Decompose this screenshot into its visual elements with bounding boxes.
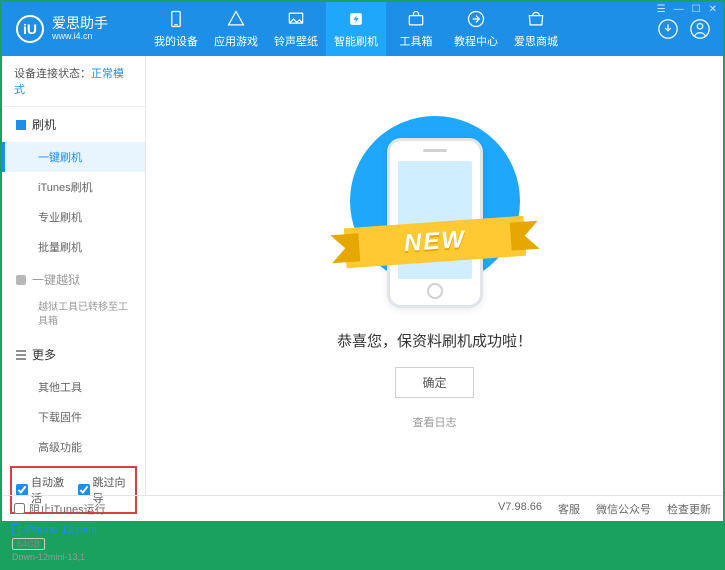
success-illustration: NEW [375,122,495,302]
jailbreak-note: 越狱工具已转移至工具箱 [2,297,145,337]
titlebar: iU 爱思助手 www.i4.cn 我的设备 应用游戏 铃声壁纸 智能刷机 工具… [2,2,723,56]
close-icon[interactable]: ✕ [709,4,717,15]
connection-status: 设备连接状态：正常模式 [2,56,145,107]
body-area: 设备连接状态：正常模式 刷机 一键刷机 iTunes刷机 专业刷机 批量刷机 一… [2,56,723,495]
ok-button[interactable]: 确定 [395,367,473,398]
user-icon[interactable] [689,18,711,40]
minimize-icon[interactable]: — [674,4,684,15]
storage-badge: 64GB [12,538,45,550]
sidebar-item-pro[interactable]: 专业刷机 [2,202,145,232]
lock-icon [16,275,26,285]
device-sub: Down-12mini-13,1 [12,552,135,562]
version-label: V7.98.66 [498,501,542,517]
main-content: NEW 恭喜您，保资料刷机成功啦！ 确定 查看日志 [146,56,723,495]
device-info[interactable]: iPhone 12 mini 64GB Down-12mini-13,1 [2,518,145,570]
sidebar: 设备连接状态：正常模式 刷机 一键刷机 iTunes刷机 专业刷机 批量刷机 一… [2,56,146,495]
tab-store[interactable]: 爱思商城 [506,2,566,56]
wechat-link[interactable]: 微信公众号 [596,501,651,517]
sidebar-item-firmware[interactable]: 下载固件 [2,402,145,432]
tab-device[interactable]: 我的设备 [146,2,206,56]
sidebar-item-itunes[interactable]: iTunes刷机 [2,172,145,202]
download-icon[interactable] [657,18,679,40]
phone-icon [12,524,20,536]
sidebar-section-more[interactable]: 更多 [2,337,145,372]
logo-icon: iU [16,15,44,43]
tab-apps[interactable]: 应用游戏 [206,2,266,56]
app-window: ☰ — ☐ ✕ iU 爱思助手 www.i4.cn 我的设备 应用游戏 铃声壁纸… [2,2,723,521]
tab-tutorial[interactable]: 教程中心 [446,2,506,56]
sidebar-item-other[interactable]: 其他工具 [2,372,145,402]
service-link[interactable]: 客服 [558,501,580,517]
menu-icon [16,350,26,360]
nav-tabs: 我的设备 应用游戏 铃声壁纸 智能刷机 工具箱 教程中心 爱思商城 [146,2,566,56]
square-icon [16,120,26,130]
success-message: 恭喜您，保资料刷机成功啦！ [337,330,532,351]
update-link[interactable]: 检查更新 [667,501,711,517]
statusbar: 阻止iTunes运行 V7.98.66 客服 微信公众号 检查更新 [2,495,723,521]
sidebar-item-advanced[interactable]: 高级功能 [2,432,145,462]
sidebar-item-oneclick[interactable]: 一键刷机 [2,142,145,172]
sidebar-section-jailbreak[interactable]: 一键越狱 [2,262,145,297]
view-log-link[interactable]: 查看日志 [413,414,457,430]
checkbox-block-itunes[interactable]: 阻止iTunes运行 [14,501,106,517]
logo[interactable]: iU 爱思助手 www.i4.cn [2,15,146,43]
tab-wallpaper[interactable]: 铃声壁纸 [266,2,326,56]
maximize-icon[interactable]: ☐ [692,4,701,15]
tab-toolbox[interactable]: 工具箱 [386,2,446,56]
sidebar-item-batch[interactable]: 批量刷机 [2,232,145,262]
tab-flash[interactable]: 智能刷机 [326,2,386,56]
app-url: www.i4.cn [52,32,108,42]
sidebar-section-flash[interactable]: 刷机 [2,107,145,142]
window-controls: ☰ — ☐ ✕ [657,4,717,15]
app-name: 爱思助手 [52,16,108,31]
menu-icon[interactable]: ☰ [657,4,666,15]
